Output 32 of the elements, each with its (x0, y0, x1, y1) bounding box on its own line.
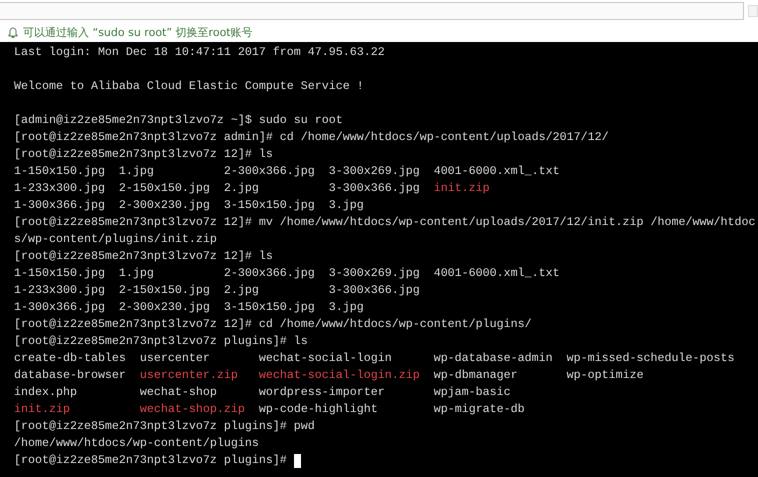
terminal-text: usercenter.zip (140, 367, 239, 384)
terminal-text: [root@iz2ze85me2n73npt3lzvo7z 12]# mv /home/www/htdocs/wp-content/uploads/2017/12/init.zip /home/www/htdoc (14, 214, 756, 231)
terminal-text: create-db-tables usercenter wechat-social-login wp-database-admin wp-missed-schedule-posts (14, 350, 734, 367)
terminal-text: Welcome to Alibaba Cloud Elastic Compute Service ! (14, 78, 364, 95)
terminal-text: 1-233x300.jpg 2-150x150.jpg 2.jpg 3-300x366.jpg (14, 180, 421, 197)
terminal-text: init.zip (14, 401, 71, 418)
minimize-button[interactable] (748, 5, 758, 17)
terminal-text: [admin@iz2ze85me2n73npt3lzvo7z ~]$ sudo su root (14, 112, 343, 129)
terminal-text: [root@iz2ze85me2n73npt3lzvo7z 12]# ls (14, 248, 273, 265)
terminal-text: [root@iz2ze85me2n73npt3lzvo7z 12]# ls (14, 146, 273, 163)
terminal-text: 1-300x366.jpg 2-300x230.jpg 3-150x150.jpg 3.jpg (14, 197, 364, 214)
terminal-text: s/wp-content/plugins/init.zip (14, 231, 217, 248)
terminal-text: [root@iz2ze85me2n73npt3lzvo7z 12]# cd /home/www/htdocs/wp-content/plugins/ (14, 316, 532, 333)
terminal-text: Last login: Mon Dec 18 10:47:11 2017 from 47.95.63.22 (14, 44, 385, 61)
terminal-text: init.zip (434, 180, 490, 197)
bell-icon (8, 26, 18, 38)
terminal-text: wechat-shop.zip (140, 401, 245, 418)
terminal-text: [root@iz2ze85me2n73npt3lzvo7z admin]# cd /home/www/htdocs/wp-content/uploads/2017/12/ (14, 129, 609, 146)
terminal-text: /home/www/htdocs/wp-content/plugins (14, 435, 259, 452)
terminal-text: database-browser (14, 367, 127, 384)
terminal-text: [root@iz2ze85me2n73npt3lzvo7z plugins]# ls (14, 333, 308, 350)
terminal-text: wp-dbmanager wp-optimize (432, 367, 644, 384)
terminal-text: [root@iz2ze85me2n73npt3lzvo7z plugins]# pwd (14, 418, 315, 435)
terminal-text: 1-233x300.jpg 2-150x150.jpg 2.jpg 3-300x366.jpg (14, 282, 420, 299)
terminal-text: [root@iz2ze85me2n73npt3lzvo7z plugins]# (14, 452, 288, 469)
notice-text: 可以通过输入 “sudo su root” 切换至root账号 (23, 24, 253, 40)
terminal-text: 1-150x150.jpg 1.jpg 2-300x366.jpg 3-300x269.jpg 4001-6000.xml_.txt (14, 163, 560, 180)
terminal-text: wechat-social-login.zip (258, 367, 420, 384)
terminal-text: wp-code-highlight wp-migrate-db (258, 401, 525, 418)
terminal-text: 1-150x150.jpg 1.jpg 2-300x366.jpg 3-300x269.jpg 4001-6000.xml_.txt (14, 265, 560, 282)
terminal-text: index.php wechat-shop wordpress-importer wpjam-basic (14, 384, 511, 401)
terminal-text: 1-300x366.jpg 2-300x230.jpg 3-150x150.jpg 3.jpg (14, 299, 364, 316)
